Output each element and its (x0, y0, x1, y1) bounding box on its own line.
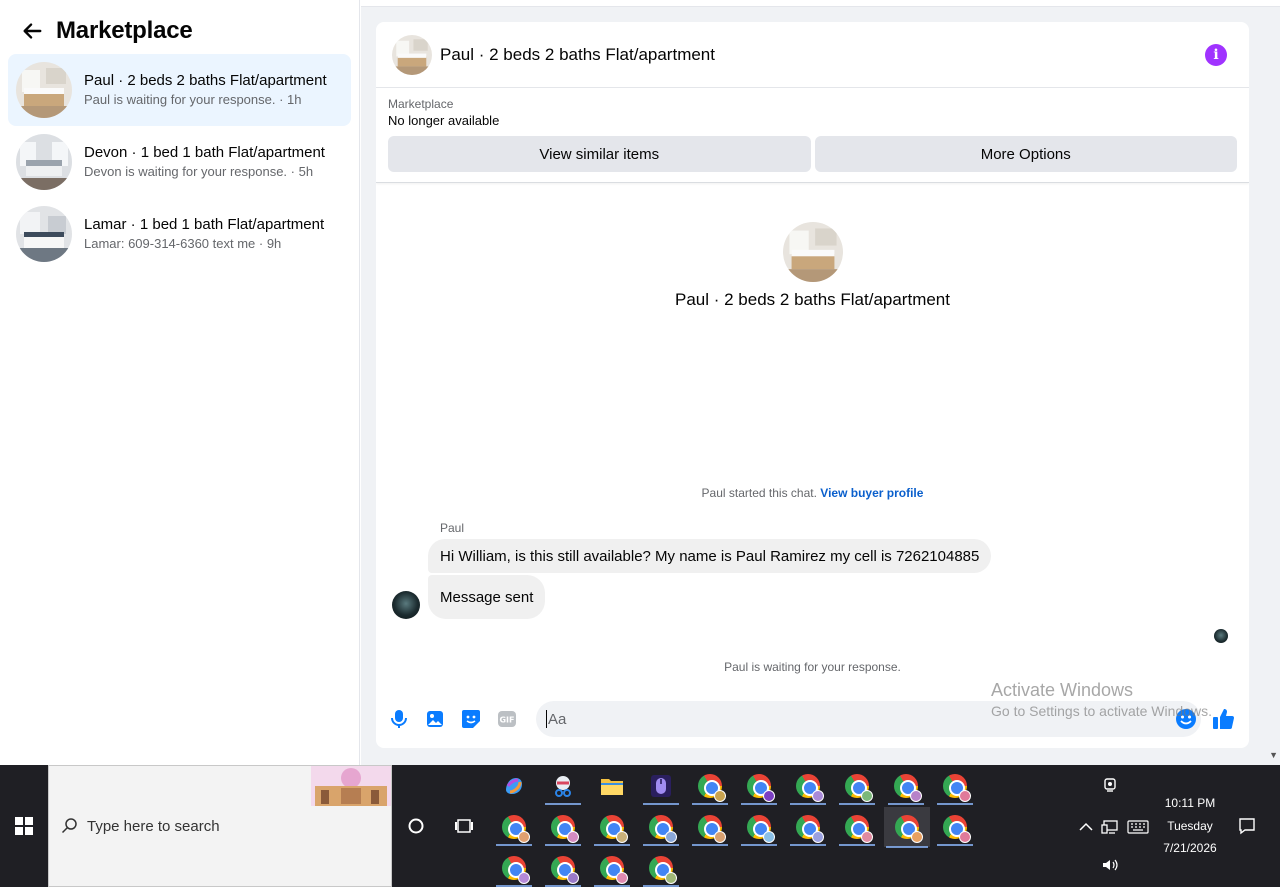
info-icon[interactable]: i (1205, 43, 1227, 66)
conversation-list-panel: Marketplace Paul · 2 beds 2 baths Flat/a… (0, 0, 360, 765)
chrome-profile-icon[interactable] (543, 850, 583, 887)
copilot-icon[interactable] (494, 768, 534, 804)
photo-icon[interactable] (422, 706, 448, 732)
conversation-preview: Lamar: 609-314-6360 text me · 9h (84, 236, 282, 251)
chrome-profile-icon[interactable] (837, 809, 877, 846)
keyboard-icon[interactable] (1126, 817, 1150, 837)
conversation-preview: Paul is waiting for your response. · 1h (84, 92, 302, 107)
notification-center-icon[interactable] (1236, 815, 1258, 837)
listing-thumbnail (16, 134, 72, 190)
waiting-notice: Paul is waiting for your response. (724, 660, 901, 674)
volume-icon[interactable] (1100, 855, 1120, 875)
taskbar-search-box[interactable]: Type here to search (48, 765, 392, 887)
windows-taskbar: Type here to search 10:11 PM Tuesday 7/2… (0, 765, 1280, 887)
chrome-profile-icon[interactable] (494, 809, 534, 846)
intro-name: Paul · 2 beds 2 baths Flat/apartment (675, 290, 950, 309)
chrome-profile-icon[interactable] (641, 809, 681, 846)
conversation-item-paul[interactable]: Paul · 2 beds 2 baths Flat/apartment Pau… (8, 54, 351, 126)
message-bubble[interactable]: Hi William, is this still available? My … (428, 539, 992, 573)
more-options-button[interactable]: More Options (814, 136, 1237, 172)
chrome-profile-icon[interactable] (788, 809, 828, 846)
scrollbar-down-arrow-icon[interactable]: ▼ (1269, 750, 1278, 760)
conversation-title: Lamar · 1 bed 1 bath Flat/apartment (84, 216, 325, 233)
chat-title[interactable]: Paul · 2 beds 2 baths Flat/apartment (440, 45, 1205, 65)
message-input-placeholder: Aa (548, 710, 567, 728)
top-divider (361, 0, 1280, 7)
listing-status: No longer available (388, 113, 500, 128)
microphone-icon[interactable] (386, 706, 412, 732)
back-arrow-icon[interactable] (18, 17, 46, 45)
chrome-profile-icon[interactable] (690, 768, 730, 805)
marketplace-label: Marketplace (388, 97, 454, 111)
view-buyer-profile-link[interactable]: View buyer profile (820, 486, 923, 500)
page-title: Marketplace (56, 17, 193, 44)
clock-date[interactable]: 7/21/2026 (1158, 841, 1222, 855)
search-placeholder: Type here to search (87, 817, 220, 835)
seen-indicator-avatar (1214, 629, 1228, 643)
intro-avatar (782, 222, 843, 282)
chrome-profile-icon[interactable] (739, 768, 779, 805)
listing-thumbnail (16, 206, 72, 262)
conversation-title: Devon · 1 bed 1 bath Flat/apartment (84, 144, 325, 161)
network-icon[interactable] (1100, 817, 1120, 837)
sticker-icon[interactable] (458, 706, 484, 732)
windows-start-icon[interactable] (0, 765, 48, 887)
marketplace-listing-bar: Marketplace No longer available View sim… (376, 88, 1249, 183)
listing-thumbnail (16, 62, 72, 118)
conversation-item-devon[interactable]: Devon · 1 bed 1 bath Flat/apartment Devo… (8, 126, 351, 198)
chrome-profile-icon[interactable] (690, 809, 730, 846)
conversation-item-lamar[interactable]: Lamar · 1 bed 1 bath Flat/apartment Lama… (8, 198, 351, 270)
chat-started-notice: Paul started this chat. View buyer profi… (376, 486, 1249, 500)
file-explorer-icon[interactable] (592, 768, 632, 804)
chrome-profile-icon[interactable] (935, 809, 975, 846)
chrome-profile-icon[interactable] (837, 768, 877, 805)
view-similar-items-button[interactable]: View similar items (388, 136, 811, 172)
chrome-profile-icon[interactable] (592, 809, 632, 846)
sender-name: Paul (440, 521, 465, 535)
chrome-profile-icon[interactable] (788, 768, 828, 805)
svg-text:GIF: GIF (499, 716, 514, 725)
chat-header: Paul · 2 beds 2 baths Flat/apartment i (376, 22, 1249, 88)
chrome-profile-icon[interactable] (886, 768, 926, 805)
search-icon (61, 818, 77, 834)
message-composer: GIF Aa (376, 698, 1249, 740)
task-view-icon[interactable] (448, 810, 480, 842)
snipping-tool-icon[interactable] (543, 768, 583, 805)
chat-card: Paul · 2 beds 2 baths Flat/apartment i M… (376, 22, 1249, 748)
thumbs-up-icon[interactable] (1209, 704, 1239, 734)
search-highlight-art (311, 766, 391, 806)
chat-started-text: Paul started this chat. (701, 486, 817, 500)
chat-intro: Paul · 2 beds 2 baths Flat/apartment (376, 222, 1249, 310)
panel-header: Marketplace (0, 0, 359, 54)
cortana-icon[interactable] (400, 810, 432, 842)
chrome-profile-icon[interactable] (739, 809, 779, 846)
chat-header-avatar[interactable] (392, 34, 432, 75)
message-bubble[interactable]: Message sent (428, 575, 546, 619)
message-thread: Paul · 2 beds 2 baths Flat/apartment Pau… (376, 183, 1249, 698)
conversation-preview: Devon is waiting for your response. · 5h (84, 164, 314, 179)
gif-icon[interactable]: GIF (494, 706, 520, 732)
chrome-profile-icon[interactable] (592, 850, 632, 887)
chevron-up-icon[interactable] (1076, 817, 1096, 837)
emoji-icon[interactable] (1175, 708, 1197, 730)
conversation-list: Paul · 2 beds 2 baths Flat/apartment Pau… (0, 54, 359, 270)
clock-day[interactable]: Tuesday (1158, 819, 1222, 833)
chrome-profile-icon[interactable] (641, 850, 681, 887)
chat-area: Paul · 2 beds 2 baths Flat/apartment i M… (361, 0, 1280, 765)
mouse-app-icon[interactable] (641, 768, 681, 805)
sender-avatar[interactable] (392, 591, 420, 619)
chrome-profile-icon[interactable] (494, 850, 534, 887)
chrome-profile-icon[interactable] (935, 768, 975, 805)
message-input[interactable]: Aa (536, 701, 1201, 737)
chrome-profile-icon[interactable] (543, 809, 583, 846)
chrome-profile-icon-active[interactable] (884, 807, 930, 848)
clock-time[interactable]: 10:11 PM (1158, 796, 1222, 810)
conversation-title: Paul · 2 beds 2 baths Flat/apartment (84, 72, 327, 89)
meet-now-icon[interactable] (1100, 775, 1120, 795)
